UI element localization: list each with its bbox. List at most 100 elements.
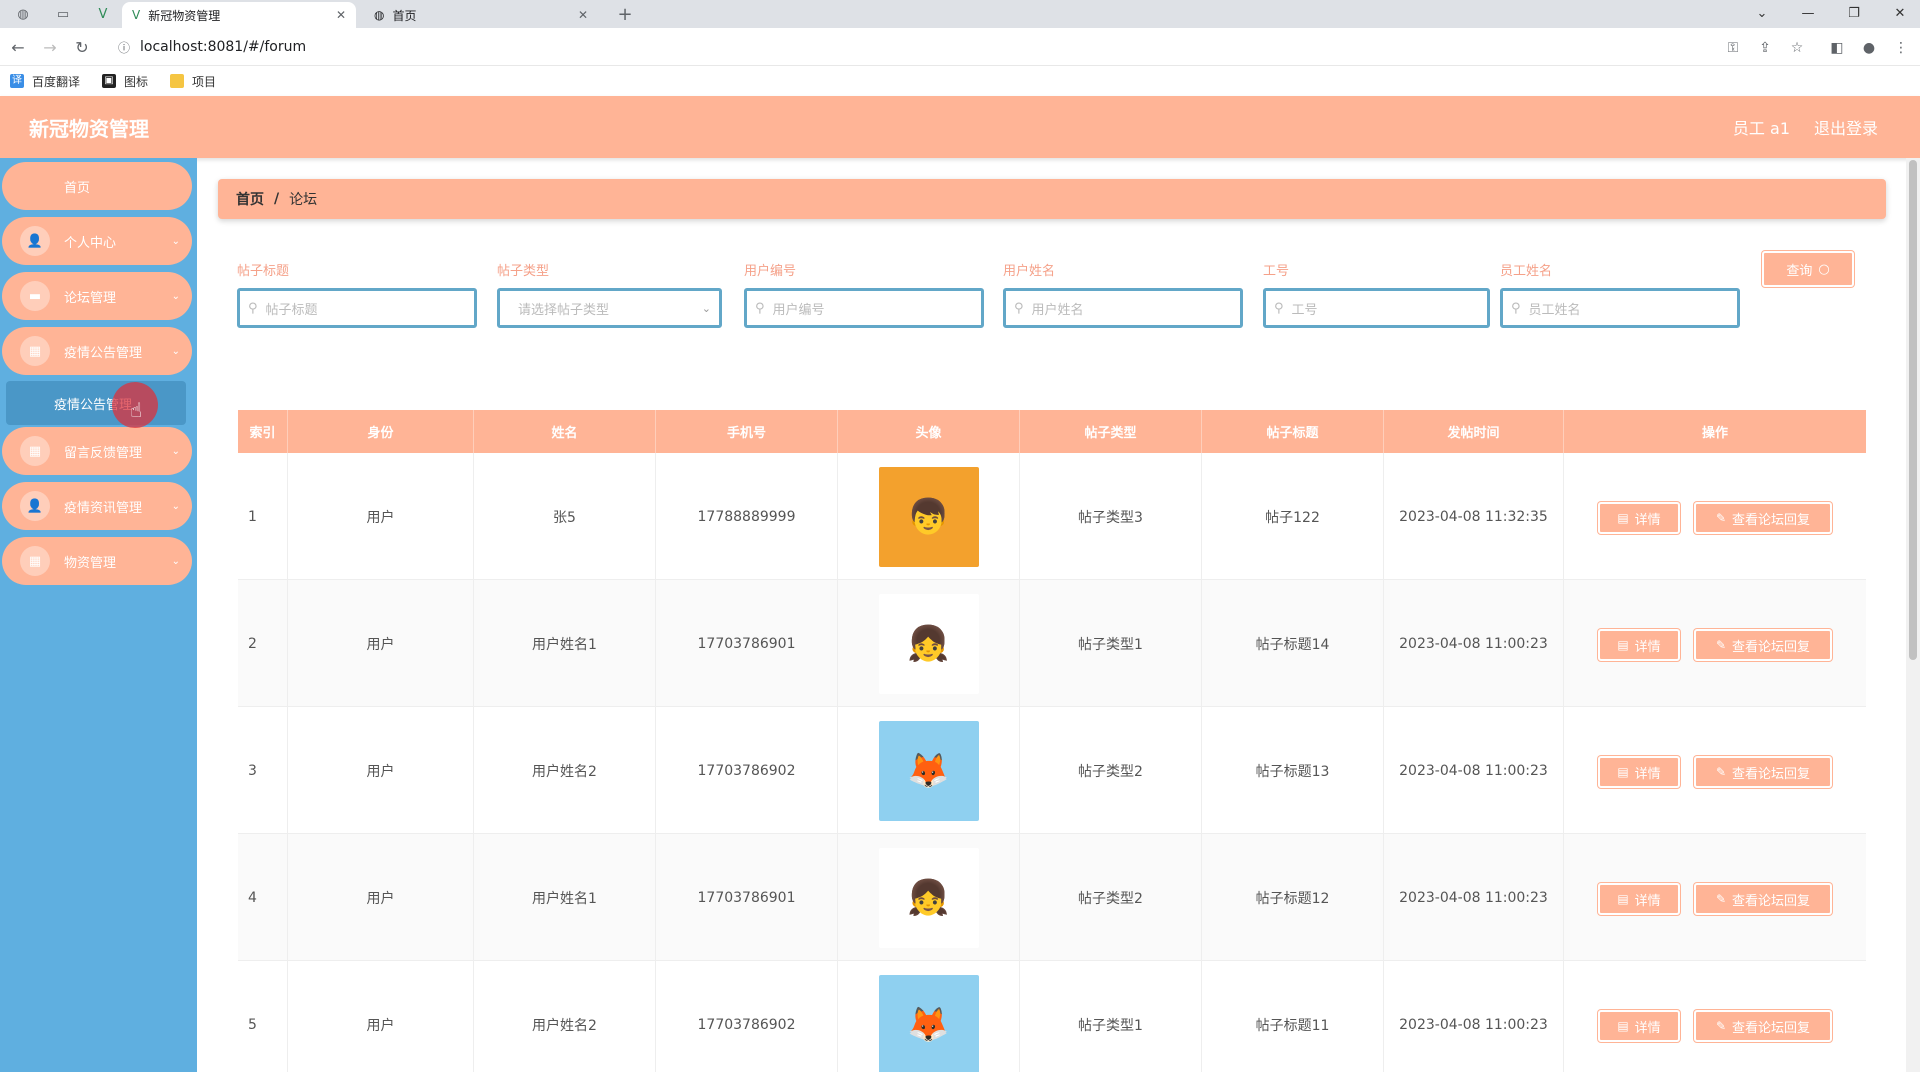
- cell-time: 2023-04-08 11:00:23: [1384, 580, 1564, 707]
- grid-icon: ▦: [20, 546, 50, 576]
- star-icon[interactable]: ☆: [1787, 38, 1807, 58]
- cell-phone: 17703786902: [656, 707, 838, 834]
- sidebar-item-epidemic-notice[interactable]: ▦ 疫情公告管理 ⌄: [2, 327, 192, 375]
- bookmark-icons[interactable]: ▣ 图标: [102, 73, 148, 90]
- view-replies-button[interactable]: ✎ 查看论坛回复: [1694, 883, 1832, 915]
- document-icon: ▤: [1617, 1019, 1629, 1033]
- bookmark-baidu-translate[interactable]: 译 百度翻译: [10, 73, 80, 90]
- col-role: 身份: [288, 410, 474, 453]
- view-replies-button[interactable]: ✎ 查看论坛回复: [1694, 756, 1832, 788]
- search-icon: ⚲: [1274, 300, 1284, 316]
- detail-button[interactable]: ▤ 详情: [1598, 1010, 1680, 1042]
- user-name-input[interactable]: ⚲ 用户姓名: [1003, 288, 1243, 328]
- cell-title: 帖子标题12: [1202, 834, 1384, 961]
- cell-avatar: 🦊: [838, 961, 1020, 1072]
- sidepanel-icon[interactable]: ◧: [1827, 38, 1847, 58]
- scrollbar-thumb[interactable]: [1909, 160, 1917, 660]
- sidebar-item-feedback[interactable]: ▦ 留言反馈管理 ⌄: [2, 427, 192, 475]
- sidebar-item-home[interactable]: 首页: [2, 162, 192, 210]
- view-replies-button[interactable]: ✎ 查看论坛回复: [1694, 502, 1832, 534]
- boy-cartoon-avatar[interactable]: 👦: [878, 466, 979, 567]
- current-user: 员工 a1: [1732, 119, 1790, 138]
- post-title-input[interactable]: ⚲ 帖子标题: [237, 288, 477, 328]
- cell-role: 用户: [288, 707, 474, 834]
- back-icon[interactable]: ←: [6, 36, 30, 58]
- cell-type: 帖子类型2: [1020, 834, 1202, 961]
- close-icon[interactable]: ✕: [578, 8, 588, 22]
- cell-index: 2: [238, 580, 288, 707]
- detail-button[interactable]: ▤ 详情: [1598, 756, 1680, 788]
- detail-button[interactable]: ▤ 详情: [1598, 502, 1680, 534]
- breadcrumb-home[interactable]: 首页: [236, 189, 264, 209]
- col-name: 姓名: [474, 410, 656, 453]
- globe-icon[interactable]: ◍: [8, 3, 38, 25]
- cell-avatar: 👧: [838, 834, 1020, 961]
- col-actions: 操作: [1701, 426, 1728, 441]
- search-icon: ⚲: [1511, 300, 1521, 316]
- filter-label-post-title: 帖子标题: [237, 264, 290, 279]
- tab-title: 首页: [392, 8, 417, 23]
- col-phone: 手机号: [656, 410, 838, 453]
- restore-icon[interactable]: ❐: [1834, 2, 1874, 24]
- fox-cartoon-avatar[interactable]: 🦊: [878, 974, 979, 1072]
- table-row: 3 用户 用户姓名2 17703786902 🦊 帖子类型2 帖子标题13 2023-04-0…: [238, 707, 1866, 834]
- document-icon: ▤: [1617, 892, 1629, 906]
- tab-thumbnail-icon[interactable]: ▭: [48, 3, 78, 25]
- window-close-icon[interactable]: ✕: [1880, 2, 1920, 24]
- vue-icon[interactable]: V: [88, 3, 118, 25]
- view-replies-button[interactable]: ✎ 查看论坛回复: [1694, 629, 1832, 661]
- cell-phone: 17703786901: [656, 580, 838, 707]
- forward-icon[interactable]: →: [38, 36, 62, 58]
- image-icon: ▣: [102, 74, 117, 88]
- new-tab-icon[interactable]: +: [610, 3, 640, 25]
- col-post-title: 帖子标题: [1202, 410, 1384, 453]
- sidebar-subitem-epidemic-notice[interactable]: 疫情公告管理: [6, 381, 186, 425]
- employee-no-input[interactable]: ⚲ 工号: [1263, 288, 1490, 328]
- edit-icon: ✎: [1715, 1019, 1727, 1033]
- employee-name-input[interactable]: ⚲ 员工姓名: [1500, 288, 1740, 328]
- search-icon: ⚲: [248, 300, 258, 316]
- cell-avatar: 👧: [838, 580, 1020, 707]
- profile-icon[interactable]: ●: [1859, 38, 1879, 58]
- browser-tab-bar: ◍ ▭ V V 新冠物资管理 ✕ ◍ 首页 ✕ + ⌄ — ❐ ✕: [0, 0, 1920, 28]
- cell-name: 用户姓名1: [474, 834, 656, 961]
- tab-active[interactable]: V 新冠物资管理 ✕: [122, 2, 356, 28]
- scrollbar[interactable]: [1906, 158, 1920, 1072]
- post-type-select[interactable]: 请选择帖子类型 ⌄: [497, 288, 722, 328]
- cell-time: 2023-04-08 11:32:35: [1384, 453, 1564, 580]
- app-title: 新冠物资管理: [29, 116, 149, 141]
- tab-title: 新冠物资管理: [148, 8, 221, 23]
- chevron-down-icon[interactable]: ⌄: [1742, 2, 1782, 24]
- fox-cartoon-avatar[interactable]: 🦊: [878, 720, 979, 821]
- tab-home[interactable]: ◍ 首页 ✕: [364, 2, 598, 28]
- girl-cartoon-avatar[interactable]: 👧: [878, 593, 979, 694]
- translate-icon: 译: [10, 74, 24, 88]
- share-icon[interactable]: ⇪: [1755, 38, 1775, 58]
- query-button[interactable]: 查询 ○: [1762, 251, 1854, 287]
- detail-button[interactable]: ▤ 详情: [1598, 629, 1680, 661]
- cell-title: 帖子标题14: [1202, 580, 1384, 707]
- view-replies-button[interactable]: ✎ 查看论坛回复: [1694, 1010, 1832, 1042]
- minimize-icon[interactable]: —: [1788, 2, 1828, 24]
- globe-icon: ◍: [374, 8, 385, 22]
- table-header: 索引 身份 姓名 手机号 头像 帖子类型 帖子标题 发帖时间 操作: [238, 410, 1866, 453]
- edit-icon: ✎: [1715, 892, 1727, 906]
- chevron-down-icon: ⌄: [171, 235, 180, 247]
- menu-icon[interactable]: ⋮: [1891, 38, 1911, 58]
- close-icon[interactable]: ✕: [336, 8, 346, 22]
- bookmark-project[interactable]: 项目: [170, 73, 216, 90]
- cell-index: 1: [238, 453, 288, 580]
- reload-icon[interactable]: ↻: [70, 36, 94, 58]
- sidebar-item-epidemic-news[interactable]: 👤 疫情资讯管理 ⌄: [2, 482, 192, 530]
- sidebar-item-materials[interactable]: ▦ 物资管理 ⌄: [2, 537, 192, 585]
- logout-link[interactable]: 退出登录: [1814, 115, 1878, 139]
- url-input[interactable]: ⓘ localhost:8081/#/forum: [110, 33, 1750, 61]
- key-icon[interactable]: ⚿: [1723, 38, 1743, 58]
- detail-button[interactable]: ▤ 详情: [1598, 883, 1680, 915]
- sidebar-item-personal-center[interactable]: 👤 个人中心 ⌄: [2, 217, 192, 265]
- sidebar-item-forum-management[interactable]: ▬ 论坛管理 ⌄: [2, 272, 192, 320]
- document-icon: ▤: [1617, 638, 1629, 652]
- user-id-input[interactable]: ⚲ 用户编号: [744, 288, 984, 328]
- cell-name: 张5: [474, 453, 656, 580]
- girl-cartoon-avatar[interactable]: 👧: [878, 847, 979, 948]
